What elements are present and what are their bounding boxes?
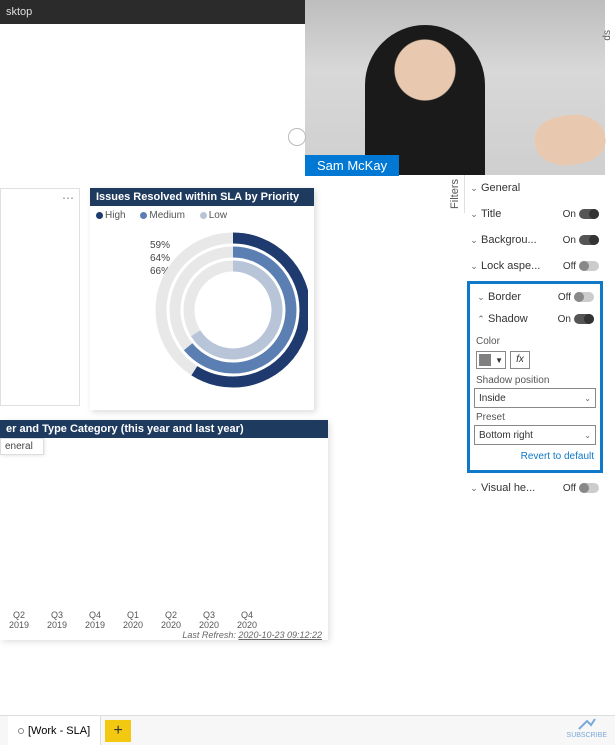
section-border-partial[interactable]: ⌄ Border Off — [474, 288, 596, 306]
chevron-down-icon: ⌄ — [476, 292, 486, 303]
section-label: Backgrou... — [479, 234, 563, 246]
presenter-hand — [531, 109, 609, 170]
shadow-color-label: Color — [474, 332, 596, 349]
chevron-down-icon: ⌄ — [584, 394, 591, 403]
toggle-border[interactable]: Off — [558, 292, 594, 303]
revert-label: Revert to default — [521, 451, 594, 462]
chevron-down-icon: ⌄ — [584, 431, 591, 440]
tab-indicator-icon — [18, 728, 24, 734]
refresh-timestamp: 2020-10-23 09:12:22 — [238, 630, 322, 640]
section-background[interactable]: ⌄ Backgrou... On — [465, 227, 605, 253]
legend-low: Low — [209, 210, 227, 221]
toggle-visual-header[interactable]: Off — [563, 483, 599, 494]
toggle-lock-aspect[interactable]: Off — [563, 261, 599, 272]
toggle-state: On — [558, 314, 571, 325]
dropdown-value: Inside — [479, 393, 506, 404]
toggle-state: Off — [558, 292, 571, 303]
presenter-name: Sam McKay — [317, 158, 387, 173]
presenter-silhouette — [365, 25, 485, 175]
section-label: Shadow — [486, 313, 558, 325]
section-label: Visual he... — [479, 482, 563, 494]
subscribe-badge[interactable]: SUBSCRIBE — [567, 717, 607, 739]
dropdown-value: Bottom right — [479, 430, 533, 441]
page-tab-bar: [Work - SLA] + — [0, 715, 615, 745]
toggle-state: On — [563, 209, 576, 220]
chevron-down-icon: ⌄ — [469, 483, 479, 494]
shadow-position-label: Shadow position — [474, 371, 596, 388]
chevron-down-icon: ▼ — [495, 356, 503, 365]
toggle-state: On — [563, 235, 576, 246]
add-page-button[interactable]: + — [105, 720, 131, 742]
chevron-up-icon: ⌃ — [476, 314, 486, 325]
toggle-shadow[interactable]: On — [558, 314, 594, 325]
shadow-color-picker[interactable]: ▼ — [476, 351, 506, 369]
section-label: Lock aspe... — [479, 260, 563, 272]
chevron-down-icon: ⌄ — [469, 235, 479, 246]
toggle-title[interactable]: On — [563, 209, 599, 220]
shadow-position-dropdown[interactable]: Inside ⌄ — [474, 388, 596, 408]
section-shadow[interactable]: ⌃ Shadow On — [474, 306, 596, 332]
section-label: Title — [479, 208, 563, 220]
fx-label: fx — [516, 354, 524, 365]
more-options-icon[interactable]: ⋯ — [62, 191, 75, 205]
card-title: Issues Resolved within SLA by Priority — [90, 188, 314, 206]
shadow-preset-dropdown[interactable]: Bottom right ⌄ — [474, 425, 596, 445]
tab-label: [Work - SLA] — [28, 725, 90, 737]
refresh-label: Last Refresh: — [182, 630, 236, 640]
filters-pane-tab[interactable]: Filters — [447, 175, 465, 213]
section-label: General — [479, 182, 599, 194]
toggle-background[interactable]: On — [563, 235, 599, 246]
section-visual-header[interactable]: ⌄ Visual he... Off — [465, 475, 605, 501]
floating-tooltip: eneral — [0, 438, 44, 455]
app-titlebar: sktop — [0, 0, 305, 24]
filters-label: Filters — [447, 175, 463, 213]
sla-donut-card[interactable]: Issues Resolved within SLA by Priority H… — [90, 188, 314, 410]
revert-to-default-link[interactable]: Revert to default — [474, 445, 596, 464]
presenter-name-tag: Sam McKay — [305, 155, 399, 176]
chevron-down-icon: ⌄ — [469, 261, 479, 272]
titlebar-text: sktop — [6, 6, 32, 18]
format-pane: ⌄ General ⌄ Title On ⌄ Backgrou... On ⌄ … — [465, 175, 605, 745]
quarter-bar-card[interactable]: er and Type Category (this year and last… — [0, 420, 328, 640]
shadow-preset-label: Preset — [474, 408, 596, 425]
webcam-overlay — [305, 0, 605, 175]
subscribe-icon — [577, 717, 597, 731]
legend-medium: Medium — [149, 210, 185, 221]
round-button[interactable] — [288, 128, 306, 146]
bar-chart — [0, 460, 328, 612]
visual-card-partial[interactable]: ⋯ — [0, 188, 80, 406]
chevron-down-icon: ⌄ — [469, 209, 479, 220]
section-label: Border — [486, 291, 558, 303]
right-pane-tab[interactable]: ds — [601, 28, 615, 43]
plus-icon: + — [113, 722, 122, 739]
donut-chart: 59%64%66% — [90, 225, 314, 405]
bar-x-axis: Q2 2019Q3 2019Q4 2019Q1 2020Q2 2020Q3 20… — [0, 610, 328, 630]
subscribe-label: SUBSCRIBE — [567, 732, 607, 739]
shadow-section-highlight: ⌄ Border Off ⌃ Shadow On Color ▼ fx — [467, 281, 603, 473]
section-general[interactable]: ⌄ General — [465, 175, 605, 201]
color-swatch-icon — [479, 354, 491, 366]
section-title[interactable]: ⌄ Title On — [465, 201, 605, 227]
section-lock-aspect[interactable]: ⌄ Lock aspe... Off — [465, 253, 605, 279]
page-tab-work-sla[interactable]: [Work - SLA] — [8, 716, 101, 745]
chart-legend: High Medium Low — [90, 206, 314, 225]
right-pane-label: ds — [601, 28, 614, 43]
last-refresh: Last Refresh: 2020-10-23 09:12:22 — [182, 630, 322, 640]
fx-button[interactable]: fx — [510, 351, 530, 369]
toggle-state: Off — [563, 261, 576, 272]
toggle-state: Off — [563, 483, 576, 494]
card-title: er and Type Category (this year and last… — [0, 420, 328, 438]
legend-high: High — [105, 210, 126, 221]
chevron-down-icon: ⌄ — [469, 183, 479, 194]
